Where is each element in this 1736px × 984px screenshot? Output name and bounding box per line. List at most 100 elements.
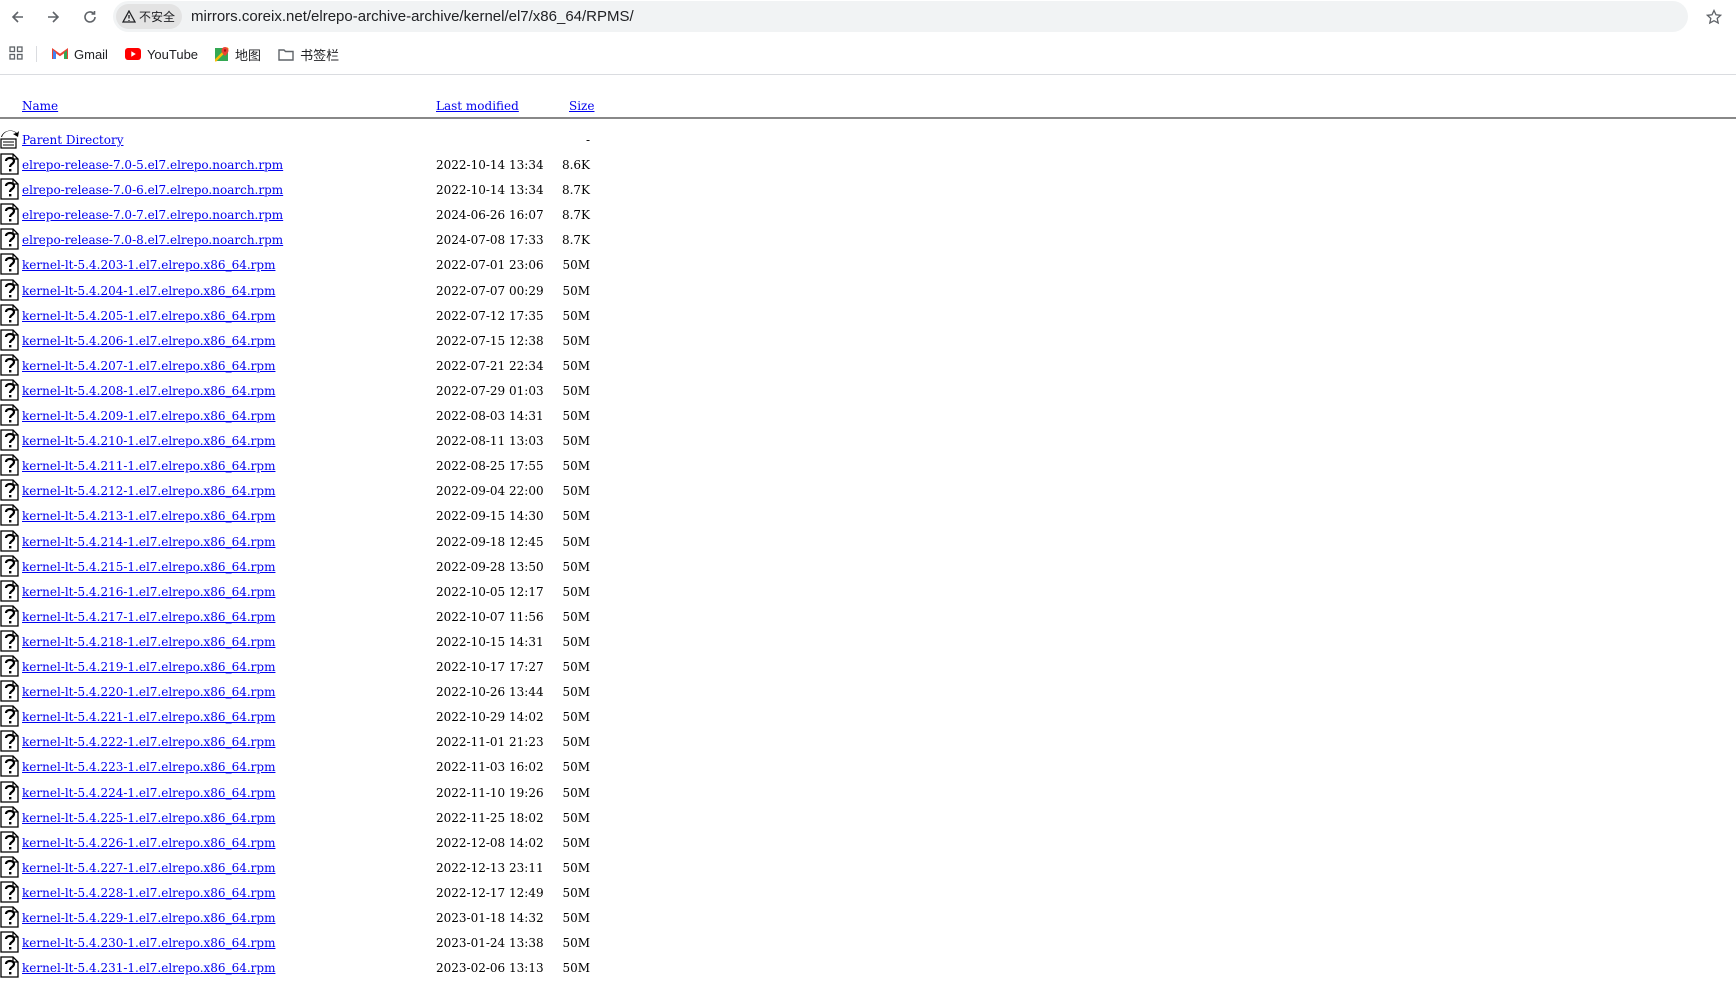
file-row: kernel-lt-5.4.204-1.el7.elrepo.x86_64.rp…: [0, 276, 700, 301]
column-header-name[interactable]: Name: [22, 99, 58, 115]
file-modified: 2022-09-04 22:00: [436, 484, 544, 499]
file-link[interactable]: kernel-lt-5.4.229-1.el7.elrepo.x86_64.rp…: [22, 911, 275, 925]
file-link[interactable]: kernel-lt-5.4.224-1.el7.elrepo.x86_64.rp…: [22, 786, 275, 800]
file-link[interactable]: elrepo-release-7.0-7.el7.elrepo.noarch.r…: [22, 208, 283, 222]
file-size: 50M: [562, 961, 590, 976]
security-label: 不安全: [139, 10, 176, 24]
gmail-icon: [52, 48, 68, 59]
file-link[interactable]: kernel-lt-5.4.205-1.el7.elrepo.x86_64.rp…: [22, 309, 275, 323]
forward-button[interactable]: [41, 5, 65, 29]
youtube-icon: [124, 48, 141, 60]
file-link[interactable]: kernel-lt-5.4.227-1.el7.elrepo.x86_64.rp…: [22, 861, 275, 875]
file-modified: 2023-01-24 13:38: [436, 936, 544, 951]
url-text[interactable]: mirrors.coreix.net/elrepo-archive-archiv…: [191, 8, 634, 25]
column-header-modified[interactable]: Last modified: [436, 99, 519, 115]
file-modified: 2022-09-18 12:45: [436, 534, 544, 549]
file-size: 8.6K: [561, 158, 590, 172]
unknown-file-icon: [0, 831, 19, 853]
file-size: 50M: [562, 735, 590, 750]
file-link[interactable]: kernel-lt-5.4.217-1.el7.elrepo.x86_64.rp…: [22, 610, 275, 624]
bookmark-label: Gmail: [74, 46, 108, 62]
file-link[interactable]: kernel-lt-5.4.222-1.el7.elrepo.x86_64.rp…: [22, 735, 275, 749]
file-link[interactable]: elrepo-release-7.0-5.el7.elrepo.noarch.r…: [22, 158, 283, 172]
file-link[interactable]: kernel-lt-5.4.211-1.el7.elrepo.x86_64.rp…: [22, 459, 275, 473]
address-bar[interactable]: 不安全 mirrors.coreix.net/elrepo-archive-ar…: [113, 1, 1688, 32]
file-size: 50M: [562, 810, 590, 825]
sort-by-name-link[interactable]: Name: [22, 99, 58, 113]
file-row: elrepo-release-7.0-7.el7.elrepo.noarch.r…: [0, 200, 700, 225]
file-link[interactable]: kernel-lt-5.4.209-1.el7.elrepo.x86_64.rp…: [22, 409, 275, 423]
file-link[interactable]: kernel-lt-5.4.228-1.el7.elrepo.x86_64.rp…: [22, 886, 275, 900]
file-link[interactable]: kernel-lt-5.4.218-1.el7.elrepo.x86_64.rp…: [22, 635, 275, 649]
bookmark-gmail[interactable]: Gmail: [52, 47, 108, 62]
bookmark-label: 书签栏: [300, 47, 340, 63]
file-link[interactable]: kernel-lt-5.4.214-1.el7.elrepo.x86_64.rp…: [22, 535, 275, 549]
bookmark-youtube[interactable]: YouTube: [124, 46, 199, 62]
sort-by-size-link[interactable]: Size: [569, 99, 594, 113]
security-indicator[interactable]: 不安全: [116, 4, 183, 29]
file-link[interactable]: kernel-lt-5.4.210-1.el7.elrepo.x86_64.rp…: [22, 434, 275, 448]
column-header-size[interactable]: Size: [569, 99, 594, 115]
file-link[interactable]: elrepo-release-7.0-8.el7.elrepo.noarch.r…: [22, 233, 283, 247]
file-modified: 2022-08-11 13:03: [436, 434, 544, 449]
unknown-file-icon: [0, 630, 19, 652]
file-modified: 2022-11-10 19:26: [436, 785, 544, 800]
reload-icon: [84, 11, 96, 23]
file-row: kernel-lt-5.4.224-1.el7.elrepo.x86_64.rp…: [0, 778, 700, 803]
file-link[interactable]: kernel-lt-5.4.230-1.el7.elrepo.x86_64.rp…: [22, 936, 275, 950]
file-row: kernel-lt-5.4.205-1.el7.elrepo.x86_64.rp…: [0, 301, 700, 326]
file-link[interactable]: kernel-lt-5.4.226-1.el7.elrepo.x86_64.rp…: [22, 836, 275, 850]
file-modified: 2022-10-17 17:27: [436, 660, 544, 674]
file-link[interactable]: kernel-lt-5.4.204-1.el7.elrepo.x86_64.rp…: [22, 284, 275, 298]
bookmark-label: YouTube: [146, 46, 199, 62]
file-link[interactable]: kernel-lt-5.4.231-1.el7.elrepo.x86_64.rp…: [22, 961, 275, 975]
reload-button[interactable]: [78, 5, 102, 29]
bookmark-folder[interactable]: 书签栏: [278, 45, 339, 64]
unknown-file-icon: [0, 730, 19, 752]
file-size: 50M: [562, 308, 590, 323]
file-row: kernel-lt-5.4.210-1.el7.elrepo.x86_64.rp…: [0, 426, 700, 451]
unknown-file-icon: [0, 931, 19, 953]
file-size: 8.7K: [561, 183, 590, 198]
file-size: 50M: [562, 634, 590, 649]
file-link[interactable]: kernel-lt-5.4.206-1.el7.elrepo.x86_64.rp…: [22, 334, 275, 348]
unknown-file-icon: [0, 529, 19, 552]
bookmark-star-button[interactable]: [1702, 5, 1726, 29]
file-link[interactable]: kernel-lt-5.4.216-1.el7.elrepo.x86_64.rp…: [22, 585, 275, 599]
file-size: 50M: [562, 609, 590, 624]
file-link[interactable]: kernel-lt-5.4.219-1.el7.elrepo.x86_64.rp…: [22, 660, 275, 674]
bookmark-maps[interactable]: 地图: [215, 45, 261, 64]
unknown-file-icon: [0, 906, 19, 928]
file-link[interactable]: kernel-lt-5.4.208-1.el7.elrepo.x86_64.rp…: [22, 384, 275, 398]
file-row: kernel-lt-5.4.223-1.el7.elrepo.x86_64.rp…: [0, 752, 700, 778]
file-link[interactable]: kernel-lt-5.4.213-1.el7.elrepo.x86_64.rp…: [22, 509, 275, 523]
file-row: kernel-lt-5.4.225-1.el7.elrepo.x86_64.rp…: [0, 803, 700, 828]
file-size: 50M: [562, 409, 590, 423]
bookmark-label: 地图: [235, 47, 262, 63]
unknown-file-icon: [0, 379, 19, 401]
sort-by-modified-link[interactable]: Last modified: [436, 99, 519, 113]
folder-icon: [278, 48, 294, 61]
file-size: 50M: [562, 559, 590, 574]
file-modified: 2022-12-13 23:11: [436, 860, 544, 875]
arrow-right-icon: [48, 11, 60, 23]
file-size: 50M: [562, 509, 590, 524]
file-link[interactable]: kernel-lt-5.4.223-1.el7.elrepo.x86_64.rp…: [22, 760, 275, 774]
file-row: kernel-lt-5.4.209-1.el7.elrepo.x86_64.rp…: [0, 401, 700, 426]
file-link[interactable]: kernel-lt-5.4.212-1.el7.elrepo.x86_64.rp…: [22, 484, 275, 498]
header-divider: [0, 117, 1736, 119]
file-link[interactable]: kernel-lt-5.4.225-1.el7.elrepo.x86_64.rp…: [22, 811, 275, 825]
file-link[interactable]: kernel-lt-5.4.215-1.el7.elrepo.x86_64.rp…: [22, 560, 275, 574]
file-link[interactable]: kernel-lt-5.4.203-1.el7.elrepo.x86_64.rp…: [22, 258, 275, 272]
back-button[interactable]: [6, 5, 30, 29]
file-link[interactable]: kernel-lt-5.4.220-1.el7.elrepo.x86_64.rp…: [22, 685, 275, 699]
parent-directory-link[interactable]: Parent Directory: [22, 133, 123, 147]
file-row: kernel-lt-5.4.203-1.el7.elrepo.x86_64.rp…: [0, 250, 700, 276]
file-link[interactable]: kernel-lt-5.4.207-1.el7.elrepo.x86_64.rp…: [22, 359, 275, 373]
file-size: 50M: [562, 911, 590, 925]
star-icon: [1706, 9, 1722, 25]
apps-button[interactable]: [9, 45, 23, 63]
file-link[interactable]: elrepo-release-7.0-6.el7.elrepo.noarch.r…: [22, 183, 283, 197]
file-modified: 2022-10-15 14:31: [436, 634, 544, 649]
file-link[interactable]: kernel-lt-5.4.221-1.el7.elrepo.x86_64.rp…: [22, 710, 275, 724]
